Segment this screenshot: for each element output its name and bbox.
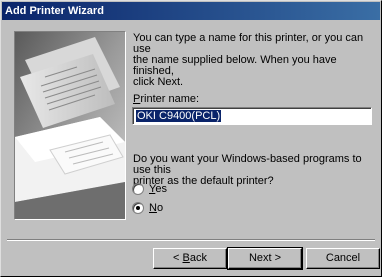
- printer-name-label: Printer name:: [133, 93, 199, 105]
- radio-yes-rest: es: [155, 183, 167, 195]
- back-button[interactable]: < Back: [153, 248, 227, 269]
- radio-yes[interactable]: Yes: [132, 183, 167, 195]
- radio-no-label: No: [149, 202, 163, 214]
- separator-highlight: [7, 240, 375, 241]
- back-button-prefix: <: [173, 252, 183, 264]
- back-button-rest: ack: [189, 252, 207, 264]
- window-title: Add Printer Wizard: [5, 5, 104, 17]
- radio-no[interactable]: No: [132, 202, 163, 214]
- intro-text: You can type a name for this printer, or…: [133, 32, 364, 88]
- cancel-button[interactable]: Cancel: [306, 248, 380, 269]
- radio-yes-label: Yes: [149, 183, 167, 195]
- add-printer-wizard-dialog: Add Printer Wizard You can type a name f…: [0, 0, 382, 277]
- radio-no-rest: o: [156, 202, 164, 214]
- title-bar[interactable]: Add Printer Wizard: [2, 2, 380, 20]
- radio-no-accel: N: [149, 202, 157, 214]
- printer-name-value: OKI C9400(PCL): [136, 110, 222, 122]
- printer-photo-icon: [15, 32, 125, 219]
- default-printer-question: Do you want your Windows-based programs …: [133, 153, 362, 187]
- back-button-accel: B: [182, 252, 190, 264]
- printer-name-input[interactable]: OKI C9400(PCL): [132, 107, 372, 125]
- radio-no-circle[interactable]: [132, 202, 144, 214]
- radio-selected-dot: [136, 206, 140, 210]
- printer-illustration: [14, 31, 126, 220]
- radio-yes-circle[interactable]: [132, 183, 144, 195]
- printer-name-label-rest: rinter name:: [140, 93, 200, 105]
- next-button[interactable]: Next >: [227, 247, 303, 270]
